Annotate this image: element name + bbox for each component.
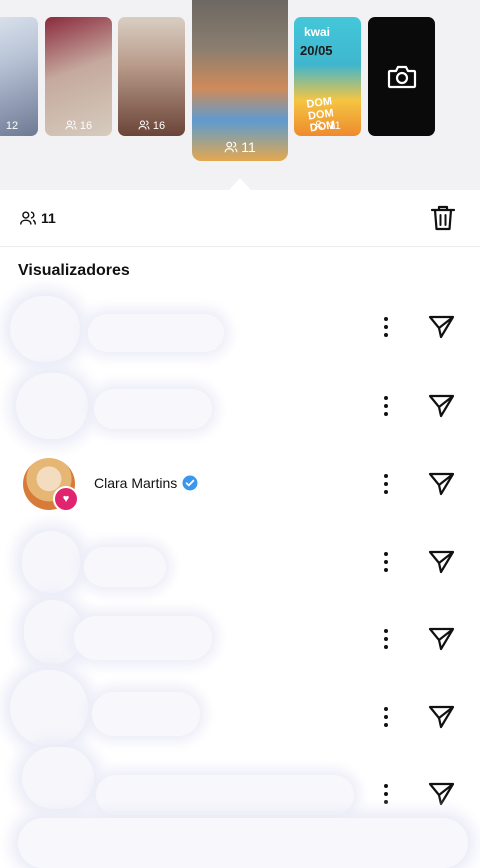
blurred-username [74, 616, 212, 660]
viewer-count: 11 [19, 210, 56, 226]
story-view-count: 11 [294, 119, 361, 132]
send-icon[interactable] [428, 704, 456, 730]
blurred-avatar [10, 296, 80, 362]
avatar[interactable]: ♥ [23, 458, 79, 512]
verified-badge-icon [182, 475, 198, 491]
viewer-row[interactable] [0, 600, 480, 670]
blurred-row-partial [18, 818, 468, 868]
more-options-icon[interactable] [379, 628, 393, 650]
story-overlay-text: kwai [304, 25, 331, 39]
story-thumbnail[interactable]: kwai 20/05 DOM DOM DOM 11 [294, 17, 361, 136]
more-options-icon[interactable] [379, 551, 393, 573]
story-view-count: 16 [118, 119, 185, 132]
send-icon[interactable] [428, 393, 456, 419]
blurred-avatar [24, 600, 82, 664]
viewer-row[interactable] [0, 296, 480, 362]
blurred-avatar [22, 747, 94, 809]
viewers-icon [0, 119, 3, 131]
viewer-summary-bar: 11 [0, 190, 480, 247]
blurred-username [96, 775, 354, 815]
story-overlay-date: 20/05 [300, 43, 333, 58]
viewer-username-text: Clara Martins [94, 475, 178, 491]
trash-icon[interactable] [430, 204, 456, 232]
send-icon[interactable] [428, 549, 456, 575]
story-thumbnail[interactable]: 12 [0, 17, 38, 136]
more-options-icon[interactable] [379, 473, 393, 495]
heart-icon: ♥ [53, 486, 79, 512]
selected-pointer [229, 178, 251, 190]
viewers-icon [314, 120, 323, 130]
viewer-row[interactable] [0, 373, 480, 439]
viewers-icon [224, 141, 238, 153]
more-options-icon[interactable] [379, 395, 393, 417]
viewer-row[interactable] [0, 531, 480, 593]
blurred-avatar [16, 373, 88, 439]
send-icon[interactable] [428, 781, 456, 807]
story-thumbnail[interactable]: 16 [45, 17, 112, 136]
blurred-username [94, 389, 212, 429]
blurred-username [92, 692, 200, 736]
story-strip: 12 16 16 11 kwai 20/05 DOM DOM DOM 11 [0, 0, 480, 190]
more-options-icon[interactable] [379, 706, 393, 728]
add-story-camera[interactable] [368, 17, 435, 136]
blurred-username [84, 547, 166, 587]
story-thumbnail[interactable]: 16 [118, 17, 185, 136]
story-view-count: 16 [45, 119, 112, 132]
story-thumbnail-selected[interactable]: 11 [192, 0, 288, 161]
more-options-icon[interactable] [379, 783, 393, 805]
blurred-username [88, 314, 224, 352]
viewers-icon [138, 120, 150, 130]
section-title: Visualizadores [18, 262, 130, 279]
viewers-icon [20, 211, 36, 225]
more-options-icon[interactable] [379, 316, 393, 338]
viewers-icon [65, 120, 77, 130]
viewer-row[interactable] [0, 670, 480, 748]
story-view-count: 12 [0, 119, 38, 132]
viewer-row[interactable]: ♥ Clara Martins [0, 455, 480, 515]
camera-icon [387, 65, 416, 88]
viewer-username[interactable]: Clara Martins [94, 475, 198, 491]
viewer-row[interactable] [0, 747, 480, 825]
blurred-avatar [22, 531, 80, 593]
story-view-count: 11 [192, 139, 288, 155]
blurred-avatar [10, 670, 88, 746]
send-icon[interactable] [428, 471, 456, 497]
send-icon[interactable] [428, 626, 456, 652]
send-icon[interactable] [428, 314, 456, 340]
